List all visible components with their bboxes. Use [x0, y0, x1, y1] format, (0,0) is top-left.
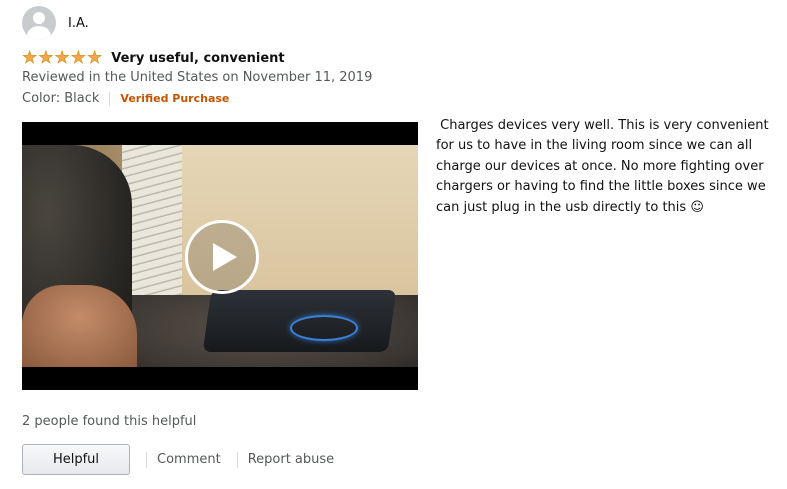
- star-icon: ★: [70, 47, 86, 68]
- thumbnail-charger-ring: [290, 315, 358, 341]
- play-triangle: [213, 243, 237, 271]
- avatar-body-shape: [27, 26, 51, 40]
- star-icon: ★: [38, 47, 54, 68]
- reviewer-name[interactable]: I.A.: [68, 16, 89, 31]
- review-date: Reviewed in the United States on Novembe…: [22, 70, 373, 85]
- star-icon: ★: [54, 47, 70, 68]
- star-rating[interactable]: ★ ★ ★ ★ ★: [22, 47, 103, 68]
- comment-link[interactable]: Comment: [157, 452, 221, 467]
- review-header: I.A.: [22, 5, 89, 41]
- divider: [236, 451, 238, 468]
- verified-purchase-badge: Verified Purchase: [120, 92, 230, 105]
- review-actions: Helpful Comment Report abuse: [22, 443, 334, 476]
- thumbnail-hand: [22, 285, 137, 367]
- review-title-row: ★ ★ ★ ★ ★ Very useful, convenient: [22, 49, 285, 67]
- avatar[interactable]: [22, 6, 56, 40]
- report-abuse-link[interactable]: Report abuse: [248, 452, 334, 467]
- star-icon: ★: [87, 47, 103, 68]
- avatar-head-shape: [33, 12, 45, 24]
- color-variant: Color: Black: [22, 91, 100, 106]
- helpful-count: 2 people found this helpful: [22, 414, 197, 429]
- star-icon: ★: [22, 47, 38, 68]
- divider: [146, 451, 147, 468]
- review-video[interactable]: [22, 122, 418, 390]
- play-icon[interactable]: [185, 220, 259, 294]
- review-body: Charges devices very well. This is very …: [436, 118, 773, 215]
- review-variant-row: Color: Black Verified Purchase: [22, 91, 229, 106]
- review-title[interactable]: Very useful, convenient: [111, 51, 284, 66]
- helpful-button[interactable]: Helpful: [22, 444, 130, 475]
- divider: [109, 91, 111, 106]
